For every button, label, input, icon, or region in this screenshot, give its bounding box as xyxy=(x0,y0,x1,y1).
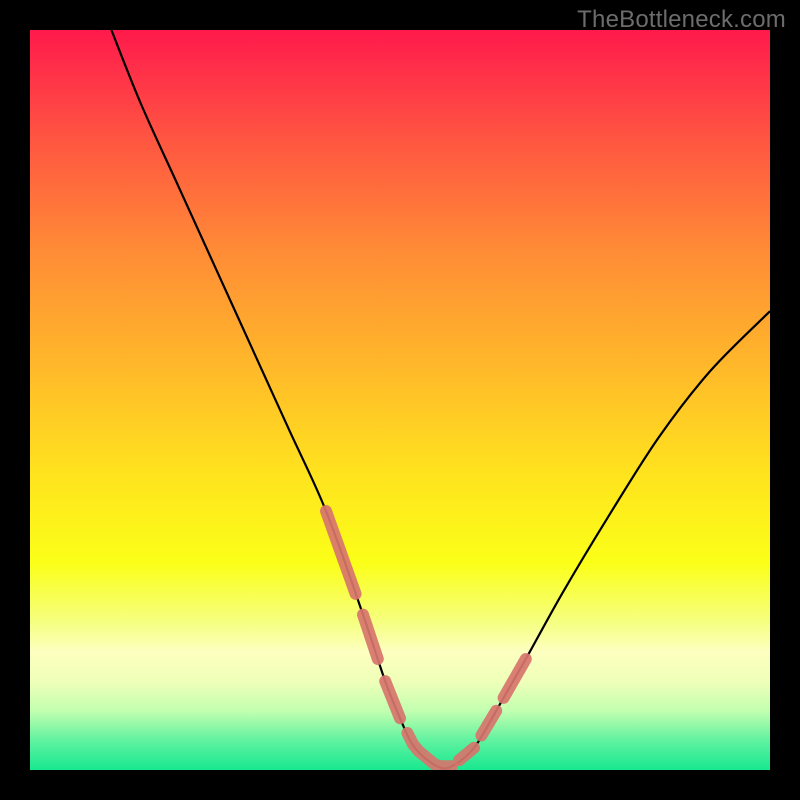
highlight-segment xyxy=(385,681,400,718)
highlight-segments xyxy=(326,511,526,766)
plot-area xyxy=(30,30,770,770)
curve-layer xyxy=(30,30,770,770)
highlight-segment xyxy=(504,659,526,698)
highlight-segment xyxy=(459,748,474,760)
bottleneck-curve xyxy=(111,30,770,769)
chart-frame: TheBottleneck.com xyxy=(0,0,800,800)
watermark-text: TheBottleneck.com xyxy=(577,6,786,34)
highlight-segment xyxy=(481,711,496,736)
highlight-segment xyxy=(363,615,378,659)
highlight-segment xyxy=(407,733,451,766)
highlight-segment xyxy=(326,511,356,594)
